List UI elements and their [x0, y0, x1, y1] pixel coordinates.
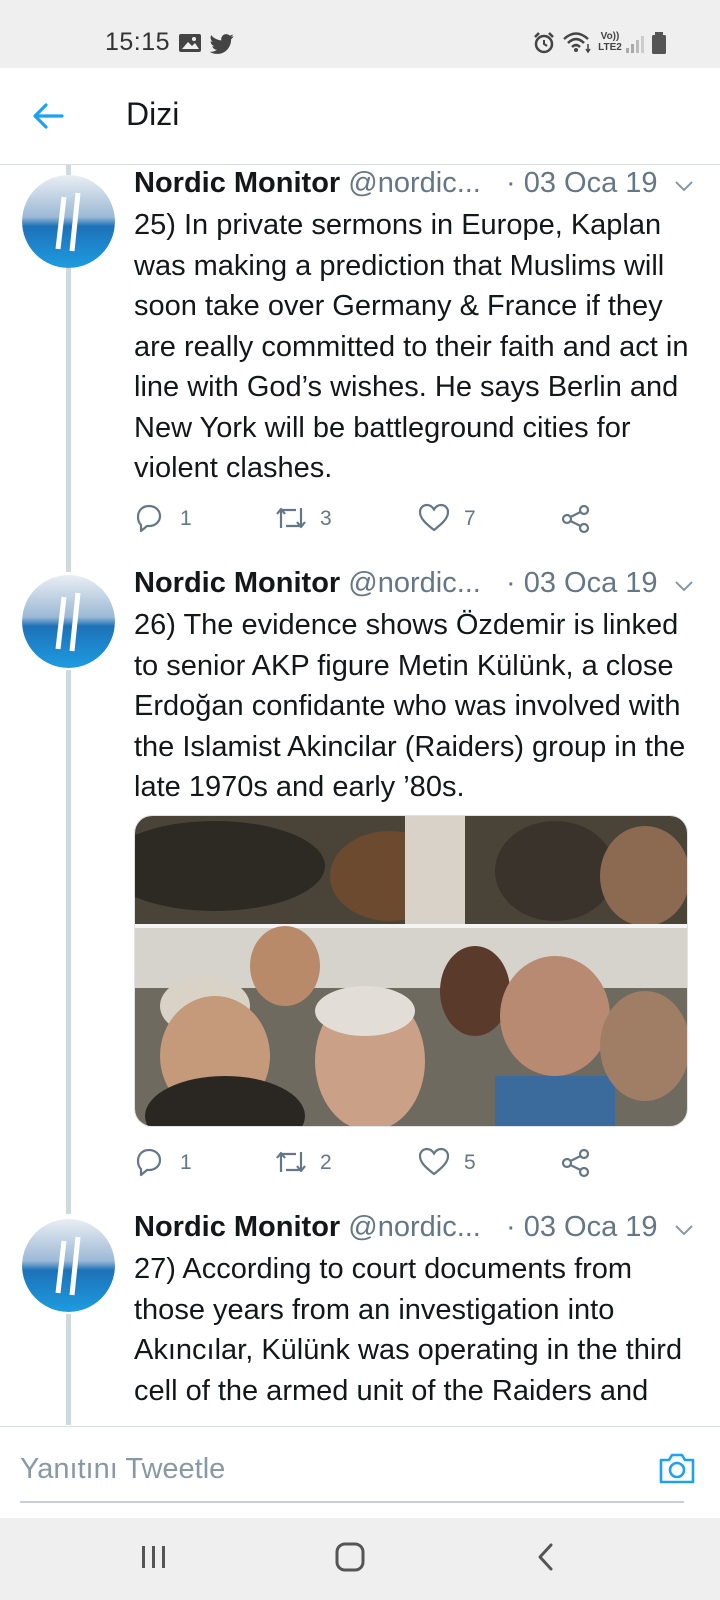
- reply-icon: [136, 1148, 162, 1177]
- tweet-header: Nordic Monitor @nordic... · 03 Oca 19: [134, 167, 704, 207]
- author-name[interactable]: Nordic Monitor: [134, 1211, 340, 1243]
- reply-composer: Yanıtını Tweetle: [0, 1426, 720, 1519]
- reply-icon: [136, 504, 162, 533]
- author-handle[interactable]: @nordic...: [348, 1211, 481, 1243]
- chevron-down-icon[interactable]: [674, 579, 694, 593]
- back-icon[interactable]: [534, 1540, 558, 1574]
- author-name[interactable]: Nordic Monitor: [134, 167, 340, 199]
- wifi-icon: [563, 32, 591, 54]
- heart-icon: [418, 1147, 450, 1176]
- crowd-photo: [135, 816, 687, 1126]
- tweet-text: 27) According to court documents from th…: [134, 1253, 683, 1407]
- reply-count: 1: [180, 507, 192, 530]
- author-handle[interactable]: @nordic...: [348, 167, 481, 199]
- share-button[interactable]: [560, 1143, 592, 1183]
- avatar[interactable]: [22, 1219, 115, 1312]
- tweet-actions: 1 3 7: [134, 499, 694, 539]
- tweet-date[interactable]: · 03 Oca 19: [506, 567, 658, 600]
- tweet-text: 25) In private sermons in Europe, Kaplan…: [134, 209, 689, 484]
- tweet-media-image[interactable]: [134, 815, 688, 1127]
- share-button[interactable]: [560, 499, 592, 539]
- heart-icon: [418, 503, 450, 532]
- system-nav-bar: [0, 1518, 720, 1600]
- share-icon: [561, 504, 590, 534]
- status-bar: 15:15 Vo)) LTE2: [0, 0, 720, 68]
- retweet-icon: [276, 1151, 306, 1173]
- home-icon[interactable]: [334, 1540, 366, 1574]
- tweet-actions: 1 2 5: [134, 1143, 694, 1183]
- chevron-down-icon[interactable]: [674, 1223, 694, 1237]
- recents-icon[interactable]: [138, 1540, 170, 1574]
- thread-line: [66, 268, 71, 572]
- like-count: 5: [464, 1151, 476, 1174]
- twitter-icon: [210, 34, 234, 54]
- retweet-icon: [276, 507, 306, 529]
- tweet-header: Nordic Monitor @nordic... · 03 Oca 19: [134, 1211, 704, 1251]
- volte-icon: Vo)) LTE2: [598, 31, 622, 53]
- status-time: 15:15: [105, 28, 171, 56]
- reply-count: 1: [180, 1151, 192, 1174]
- chevron-down-icon[interactable]: [674, 179, 694, 193]
- arrow-left-icon[interactable]: [30, 98, 66, 134]
- camera-icon[interactable]: [658, 1451, 696, 1485]
- tweet-date[interactable]: · 03 Oca 19: [506, 167, 658, 200]
- thread-line: [66, 165, 71, 175]
- alarm-icon: [534, 32, 554, 54]
- tweet-header: Nordic Monitor @nordic... · 03 Oca 19: [134, 567, 704, 607]
- like-count: 7: [464, 507, 476, 530]
- tweet-text: 26) The evidence shows Özdemir is linked…: [134, 609, 686, 803]
- signal-icon: [626, 36, 644, 53]
- thread-line: [66, 1314, 71, 1425]
- thread-feed[interactable]: Nordic Monitor @nordic... · 03 Oca 19 25…: [0, 165, 720, 1425]
- top-app-bar: Dizi: [0, 68, 720, 165]
- reply-input[interactable]: Yanıtını Tweetle: [20, 1437, 684, 1503]
- thread-line: [66, 670, 71, 1214]
- author-handle[interactable]: @nordic...: [348, 567, 481, 599]
- tweet-date[interactable]: · 03 Oca 19: [506, 1211, 658, 1244]
- retweet-count: 2: [320, 1151, 332, 1174]
- image-icon: [179, 34, 201, 52]
- retweet-count: 3: [320, 507, 332, 530]
- author-name[interactable]: Nordic Monitor: [134, 567, 340, 599]
- page-title: Dizi: [126, 96, 180, 132]
- avatar[interactable]: [22, 175, 115, 268]
- avatar[interactable]: [22, 575, 115, 668]
- battery-icon: [652, 32, 666, 54]
- share-icon: [561, 1148, 590, 1178]
